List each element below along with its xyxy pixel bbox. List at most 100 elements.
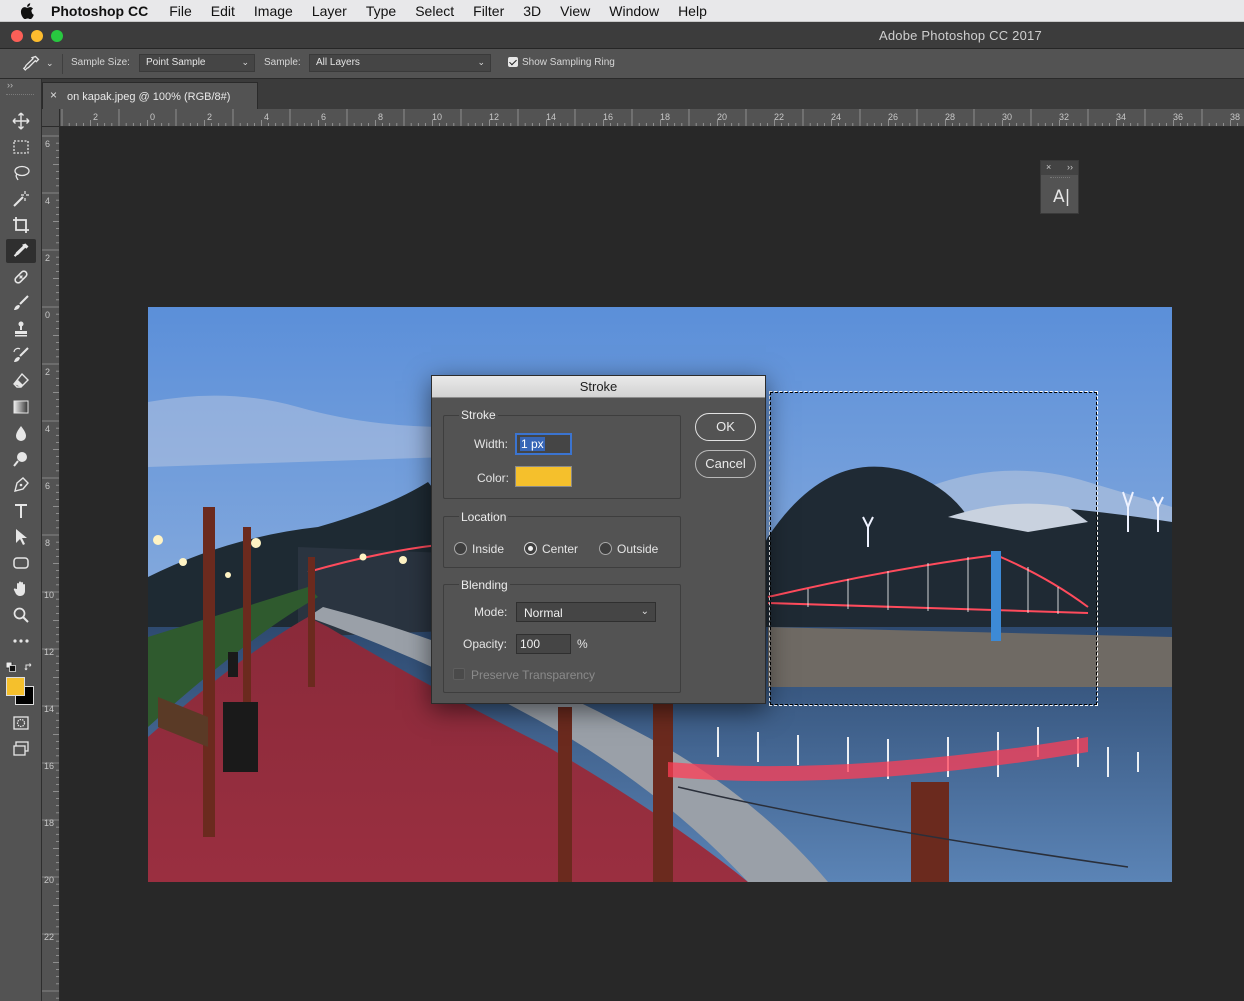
blend-mode-select[interactable]: Normal ⌄ bbox=[516, 602, 656, 622]
gradient-tool[interactable] bbox=[6, 395, 36, 419]
marquee-icon bbox=[13, 140, 29, 154]
ruler-label: 32 bbox=[1059, 112, 1070, 122]
menu-3d[interactable]: 3D bbox=[523, 3, 541, 19]
crop-tool[interactable] bbox=[6, 213, 36, 237]
menu-select[interactable]: Select bbox=[415, 3, 454, 19]
pen-icon bbox=[14, 477, 29, 492]
document-tab[interactable]: × on kapak.jpeg @ 100% (RGB/8#) bbox=[42, 82, 258, 109]
blending-section-label: Blending bbox=[459, 578, 510, 592]
hand-tool[interactable] bbox=[6, 577, 36, 601]
stamp-tool[interactable] bbox=[6, 317, 36, 341]
zoom-icon bbox=[13, 607, 29, 623]
marquee-tool[interactable] bbox=[6, 135, 36, 159]
tool-preset-chevron-down-icon[interactable]: ⌄ bbox=[46, 58, 54, 69]
menu-edit[interactable]: Edit bbox=[211, 3, 235, 19]
minimize-window-button[interactable] bbox=[31, 30, 43, 42]
sample-size-select[interactable]: Point Sample ⌄ bbox=[139, 54, 255, 72]
sample-label: Sample: bbox=[264, 57, 301, 68]
menu-image[interactable]: Image bbox=[254, 3, 293, 19]
history-brush-tool[interactable] bbox=[6, 343, 36, 367]
zoom-window-button[interactable] bbox=[51, 30, 63, 42]
panel-header[interactable]: × ›› bbox=[1041, 161, 1078, 175]
opacity-input[interactable]: 100 bbox=[516, 634, 571, 654]
menu-view[interactable]: View bbox=[560, 3, 590, 19]
toolbox-grip[interactable] bbox=[6, 94, 34, 97]
location-outside-label[interactable]: Outside bbox=[617, 542, 658, 556]
menu-layer[interactable]: Layer bbox=[312, 3, 347, 19]
lasso-tool[interactable] bbox=[6, 161, 36, 185]
quick-mask-button[interactable] bbox=[6, 711, 36, 735]
color-label: Color: bbox=[477, 471, 510, 485]
ruler-label: 12 bbox=[489, 112, 500, 122]
stroke-color-swatch[interactable] bbox=[515, 466, 572, 487]
ruler-label: 14 bbox=[44, 704, 55, 714]
shape-icon bbox=[13, 557, 29, 569]
ruler-label: 0 bbox=[150, 112, 156, 122]
cancel-button[interactable]: Cancel bbox=[695, 450, 756, 478]
location-inside-radio[interactable] bbox=[454, 542, 467, 555]
menu-help[interactable]: Help bbox=[678, 3, 707, 19]
ruler-origin[interactable] bbox=[42, 109, 60, 127]
vertical-ruler[interactable]: 6 4 2 0 2 4 6 8 10 12 14 16 18 20 22 bbox=[42, 127, 60, 1001]
toolbox-panel: ›› bbox=[0, 79, 42, 1001]
ruler-label: 34 bbox=[1116, 112, 1127, 122]
horizontal-ruler[interactable]: 2 0 2 4 6 8 10 12 14 16 18 20 22 24 26 2… bbox=[60, 109, 1244, 127]
screen-mode-button[interactable] bbox=[6, 737, 36, 761]
panel-grip[interactable] bbox=[1050, 177, 1070, 178]
ruler-label: 0 bbox=[44, 310, 50, 320]
zoom-tool[interactable] bbox=[6, 603, 36, 627]
ok-button[interactable]: OK bbox=[695, 413, 756, 441]
apple-logo-icon[interactable] bbox=[18, 0, 36, 22]
show-sampling-ring-checkbox[interactable] bbox=[508, 57, 518, 67]
ruler-label: 2 bbox=[44, 367, 50, 377]
location-section-label: Location bbox=[459, 510, 509, 524]
menu-filter[interactable]: Filter bbox=[473, 3, 504, 19]
ruler-label: 26 bbox=[888, 112, 899, 122]
dialog-title[interactable]: Stroke bbox=[432, 376, 765, 398]
sample-layers-value: All Layers bbox=[316, 57, 360, 68]
preserve-transparency-checkbox[interactable] bbox=[453, 668, 465, 680]
default-colors-icon[interactable] bbox=[5, 659, 16, 672]
show-sampling-ring-label[interactable]: Show Sampling Ring bbox=[522, 57, 615, 68]
ruler-label: 4 bbox=[44, 424, 50, 434]
marquee-selection[interactable] bbox=[769, 391, 1098, 706]
pen-tool[interactable] bbox=[6, 473, 36, 497]
menu-window[interactable]: Window bbox=[609, 3, 659, 19]
location-outside-radio[interactable] bbox=[599, 542, 612, 555]
more-tools-button[interactable] bbox=[6, 629, 36, 653]
blur-tool[interactable] bbox=[6, 421, 36, 445]
close-tab-icon[interactable]: × bbox=[50, 88, 57, 102]
close-window-button[interactable] bbox=[11, 30, 23, 42]
path-selection-tool[interactable] bbox=[6, 525, 36, 549]
ruler-label: 2 bbox=[207, 112, 213, 122]
move-tool[interactable] bbox=[6, 109, 36, 133]
sample-size-label: Sample Size: bbox=[71, 57, 130, 68]
brush-tool[interactable] bbox=[6, 291, 36, 315]
foreground-color-swatch[interactable] bbox=[6, 677, 25, 696]
width-input[interactable]: 1 px bbox=[516, 434, 571, 454]
expand-panel-icon[interactable]: ›› bbox=[1067, 162, 1073, 172]
location-inside-label[interactable]: Inside bbox=[472, 542, 504, 556]
eyedropper-icon[interactable] bbox=[22, 55, 40, 73]
close-panel-icon[interactable]: × bbox=[1046, 162, 1051, 172]
eyedropper-tool[interactable] bbox=[6, 239, 36, 263]
ruler-label: 30 bbox=[1002, 112, 1013, 122]
location-center-label[interactable]: Center bbox=[542, 542, 578, 556]
document-tab-title[interactable]: on kapak.jpeg @ 100% (RGB/8#) bbox=[67, 91, 230, 103]
menu-file[interactable]: File bbox=[169, 3, 192, 19]
type-tool[interactable] bbox=[6, 499, 36, 523]
menu-type[interactable]: Type bbox=[366, 3, 396, 19]
character-panel-icon[interactable]: A| bbox=[1053, 187, 1070, 207]
location-center-radio[interactable] bbox=[524, 542, 537, 555]
swap-colors-icon[interactable] bbox=[24, 659, 34, 671]
eraser-tool[interactable] bbox=[6, 369, 36, 393]
sample-layers-select[interactable]: All Layers ⌄ bbox=[309, 54, 491, 72]
healing-brush-tool[interactable] bbox=[6, 265, 36, 289]
magic-wand-tool[interactable] bbox=[6, 187, 36, 211]
options-divider bbox=[62, 54, 63, 74]
dodge-tool[interactable] bbox=[6, 447, 36, 471]
collapse-toolbox-icon[interactable]: ›› bbox=[7, 80, 13, 90]
menu-app-name[interactable]: Photoshop CC bbox=[51, 3, 148, 19]
shape-tool[interactable] bbox=[6, 551, 36, 575]
ruler-label: 36 bbox=[1173, 112, 1184, 122]
